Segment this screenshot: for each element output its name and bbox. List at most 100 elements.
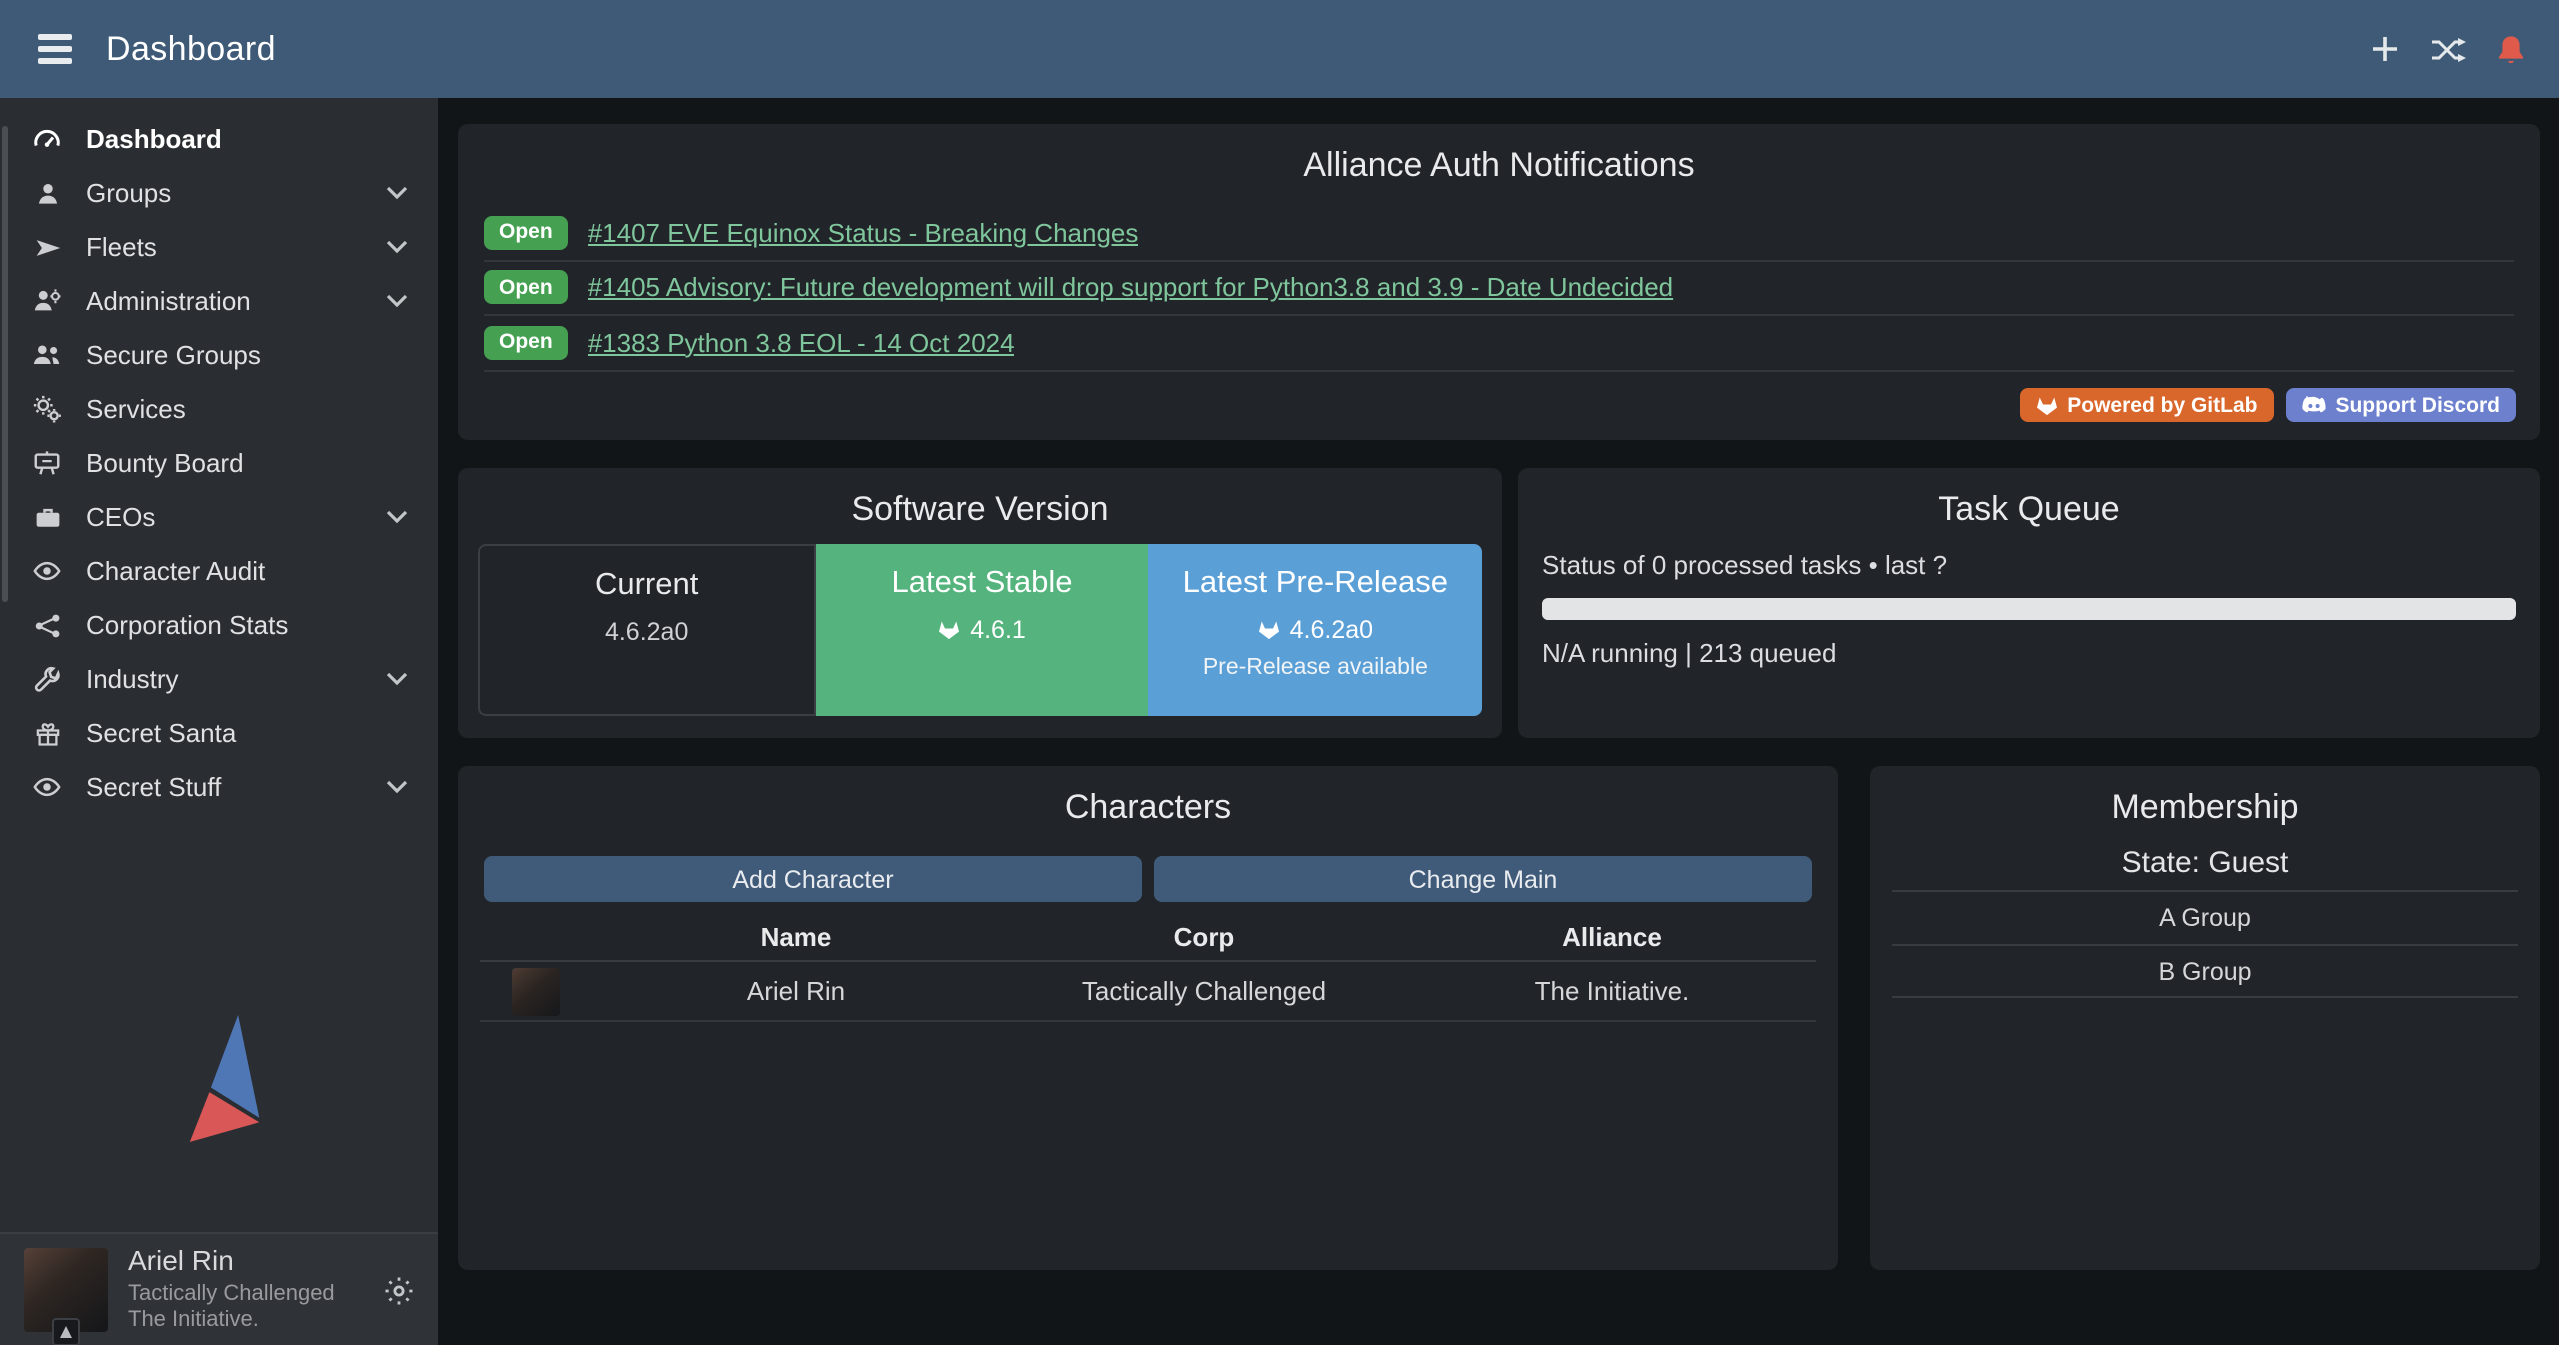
group-list: A Group B Group: [1892, 890, 2518, 998]
prerelease-note: Pre-Release available: [1149, 656, 1482, 680]
sidebar-item-label: CEOs: [86, 502, 155, 532]
users-gear-icon: [30, 286, 64, 316]
add-character-button[interactable]: Add Character: [484, 856, 1142, 902]
character-portrait: [512, 967, 560, 1015]
version-number: 4.6.2a0: [1290, 616, 1373, 644]
sidebar-item-dashboard[interactable]: Dashboard: [0, 112, 438, 166]
sidebar-item-character-audit[interactable]: Character Audit: [0, 544, 438, 598]
user-corp: Tactically Challenged: [128, 1281, 335, 1309]
task-queue-panel: Task Queue Status of 0 processed tasks •…: [1518, 468, 2540, 738]
share-icon: [30, 611, 64, 639]
version-prerelease-cell: Latest Pre-Release 4.6.2a0 Pre-Release a…: [1149, 544, 1482, 716]
characters-table: Name Corp Alliance Ariel Rin Tactically …: [480, 914, 1816, 1022]
chevron-down-icon: [386, 240, 408, 254]
sidebar-item-label: Secret Santa: [86, 718, 236, 748]
characters-panel: Characters Add Character Change Main Nam…: [458, 766, 1838, 1270]
sidebar-item-label: Character Audit: [86, 556, 265, 586]
notification-link[interactable]: #1383 Python 3.8 EOL - 14 Oct 2024: [588, 328, 1015, 358]
task-queue-title: Task Queue: [1518, 468, 2540, 530]
sidebar-item-secret-stuff[interactable]: Secret Stuff: [0, 760, 438, 814]
discord-badge[interactable]: Support Discord: [2285, 388, 2516, 422]
navbar-actions: [2370, 33, 2526, 65]
chevron-down-icon: [386, 294, 408, 308]
gitlab-icon: [2035, 395, 2057, 415]
sidebar-item-administration[interactable]: Administration: [0, 274, 438, 328]
sidebar-item-label: Corporation Stats: [86, 610, 288, 640]
top-navbar: Dashboard: [0, 0, 2559, 98]
character-row: Ariel Rin Tactically Challenged The Init…: [480, 962, 1816, 1022]
shuffle-button[interactable]: [2430, 35, 2466, 63]
version-label: Latest Stable: [815, 566, 1148, 602]
column-header-corp: Corp: [1000, 922, 1408, 952]
sidebar-item-label: Administration: [86, 286, 251, 316]
sidebar-scrollbar[interactable]: [2, 126, 8, 602]
user-panel: Ariel Rin Tactically Challenged The Init…: [0, 1232, 438, 1345]
membership-title: Membership: [1870, 766, 2540, 828]
task-queue-status: Status of 0 processed tasks • last ?: [1542, 550, 2516, 580]
change-main-button[interactable]: Change Main: [1154, 856, 1812, 902]
user-info: Ariel Rin Tactically Challenged The Init…: [128, 1244, 335, 1336]
user-name: Ariel Rin: [128, 1244, 335, 1279]
sidebar-item-fleets[interactable]: Fleets: [0, 220, 438, 274]
group-item: A Group: [1892, 890, 2518, 944]
notifications-panel: Alliance Auth Notifications Open #1407 E…: [458, 124, 2540, 440]
column-header-name: Name: [592, 922, 1000, 952]
notification-link[interactable]: #1407 EVE Equinox Status - Breaking Chan…: [588, 218, 1139, 248]
sidebar-item-corporation-stats[interactable]: Corporation Stats: [0, 598, 438, 652]
version-label: Latest Pre-Release: [1149, 566, 1482, 602]
chevron-down-icon: [386, 672, 408, 686]
sidebar-item-label: Secure Groups: [86, 340, 261, 370]
briefcase-icon: [30, 503, 64, 531]
user-icon: [30, 179, 64, 207]
alliance-logo: [0, 1012, 438, 1148]
column-header-alliance: Alliance: [1408, 922, 1816, 952]
bell-icon: [2496, 33, 2526, 65]
notification-row: Open #1383 Python 3.8 EOL - 14 Oct 2024: [484, 316, 2514, 371]
sidebar-item-ceos[interactable]: CEOs: [0, 490, 438, 544]
sidebar-toggle-button[interactable]: [34, 31, 76, 67]
notification-link[interactable]: #1405 Advisory: Future development will …: [588, 273, 1673, 303]
membership-state: State: Guest: [1870, 846, 2540, 880]
sidebar-item-groups[interactable]: Groups: [0, 166, 438, 220]
status-badge: Open: [484, 326, 568, 360]
version-number: 4.6.1: [970, 616, 1026, 644]
add-button[interactable]: [2370, 34, 2400, 64]
sidebar-item-secret-santa[interactable]: Secret Santa: [0, 706, 438, 760]
character-corp: Tactically Challenged: [1000, 976, 1408, 1006]
jet-icon: [30, 233, 64, 261]
character-name: Ariel Rin: [592, 976, 1000, 1006]
characters-table-header: Name Corp Alliance: [480, 914, 1816, 962]
sidebar-item-secure-groups[interactable]: Secure Groups: [0, 328, 438, 382]
wrench-icon: [30, 665, 64, 693]
membership-panel: Membership State: Guest A Group B Group: [1870, 766, 2540, 1270]
gitlab-badge[interactable]: Powered by GitLab: [2019, 388, 2273, 422]
characters-title: Characters: [458, 766, 1838, 828]
notification-row: Open #1405 Advisory: Future development …: [484, 261, 2514, 316]
eye-icon: [30, 772, 64, 802]
billboard-icon: [30, 448, 64, 478]
user-settings-button[interactable]: [384, 1275, 414, 1305]
status-badge: Open: [484, 271, 568, 305]
group-item: B Group: [1892, 944, 2518, 998]
sidebar-item-label: Fleets: [86, 232, 157, 262]
sidebar-item-label: Dashboard: [86, 124, 222, 154]
gitlab-icon: [1258, 620, 1280, 640]
software-version-panel: Software Version Current 4.6.2a0 Latest …: [458, 468, 1502, 738]
notifications-list: Open #1407 EVE Equinox Status - Breaking…: [484, 206, 2514, 371]
notifications-button[interactable]: [2496, 33, 2526, 65]
sidebar-item-industry[interactable]: Industry: [0, 652, 438, 706]
sidebar-item-label: Groups: [86, 178, 171, 208]
sidebar-item-services[interactable]: Services: [0, 382, 438, 436]
shuffle-icon: [2430, 35, 2466, 63]
main-content: Alliance Auth Notifications Open #1407 E…: [438, 98, 2559, 1345]
chevron-down-icon: [386, 510, 408, 524]
sidebar-item-label: Services: [86, 394, 186, 424]
users-icon: [30, 340, 64, 370]
chevron-down-icon: [386, 780, 408, 794]
sidebar-item-bounty-board[interactable]: Bounty Board: [0, 436, 438, 490]
gitlab-icon: [938, 620, 960, 640]
notifications-title: Alliance Auth Notifications: [458, 124, 2540, 186]
sidebar-menu: Dashboard Groups Fleets Administration: [0, 98, 438, 814]
gift-icon: [30, 719, 64, 747]
discord-badge-label: Support Discord: [2335, 393, 2500, 417]
